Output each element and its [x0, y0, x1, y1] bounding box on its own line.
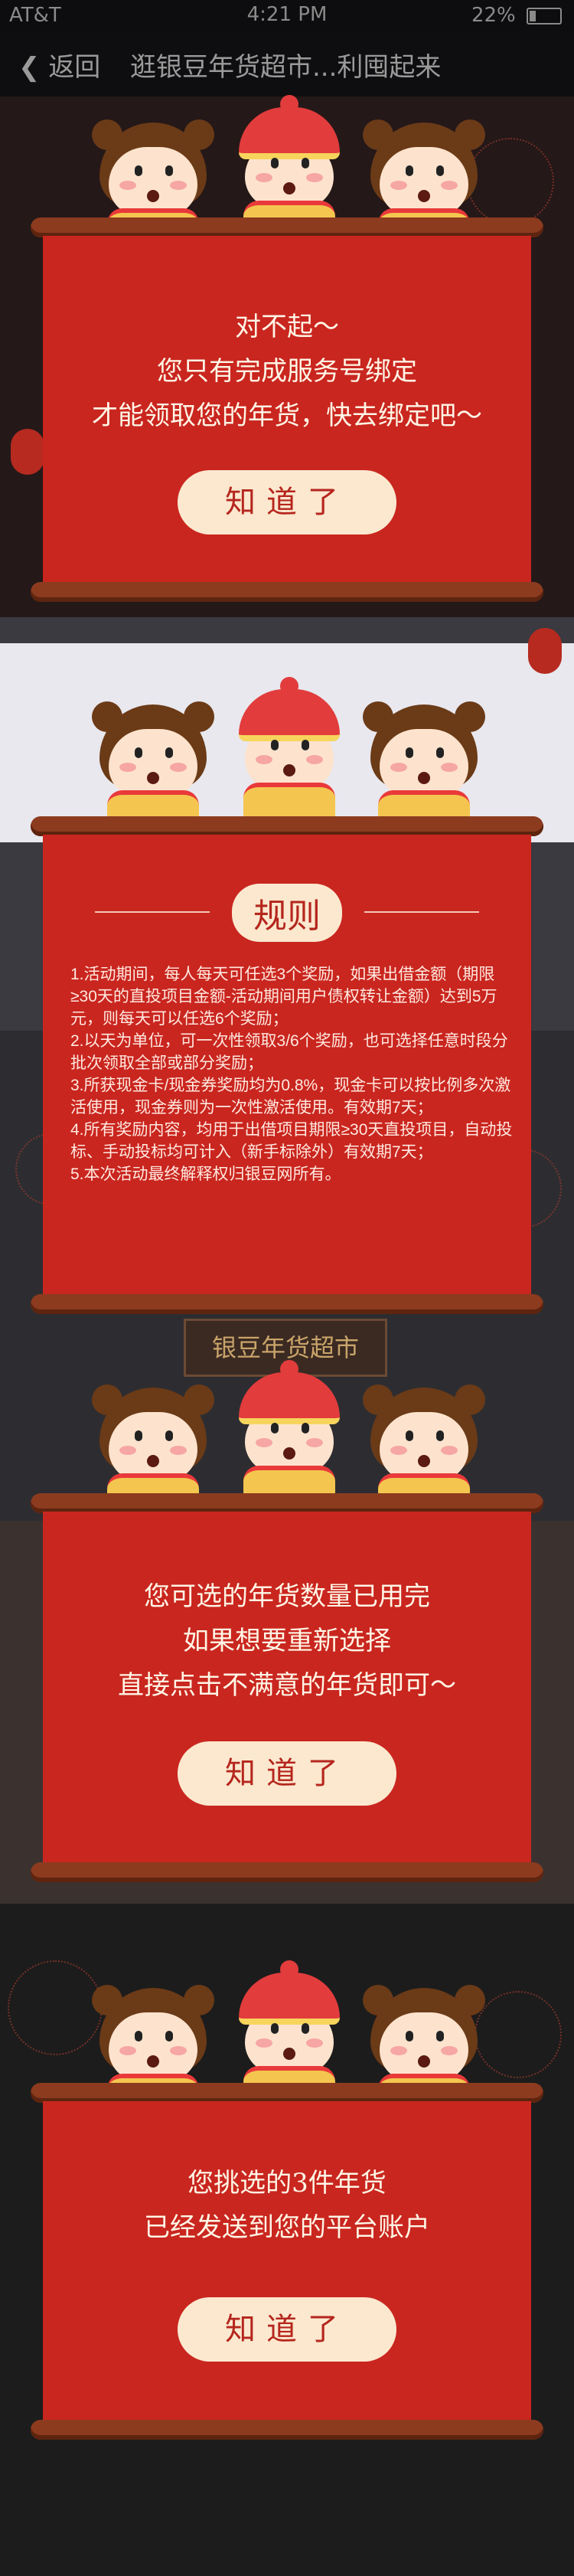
message-line: 对不起～: [235, 312, 339, 342]
got-it-button[interactable]: 知道了: [178, 1741, 396, 1806]
battery-percent: 22%: [471, 4, 516, 27]
scroll-top-rod: [31, 217, 543, 237]
rule-item: 2.以天为单位，可一次性领取3/6个奖励，也可选择任意时段分批次领取全部或部分奖…: [70, 1032, 508, 1072]
scroll-bottom-rod: [31, 582, 543, 602]
rules-title-text: 规则: [232, 884, 342, 942]
message-line: 您挑选的3件年货: [188, 2168, 386, 2198]
scroll-bottom-rod: [31, 1862, 543, 1882]
lantern-icon: [528, 628, 562, 674]
back-button[interactable]: ❮ 返回: [18, 46, 100, 83]
scroll-bottom-rod: [31, 2420, 543, 2440]
message-line: 直接点击不满意的年货即可～: [118, 1670, 456, 1701]
page-title: 逛银豆年货超市...利囤起来: [130, 52, 442, 83]
message-line: 已经发送到您的平台账户: [144, 2212, 430, 2243]
message-line: 您可选的年货数量已用完: [144, 1581, 430, 1612]
scroll-top-rod: [31, 1493, 543, 1513]
back-label: 返回: [48, 52, 101, 83]
boy-character-icon: [228, 95, 351, 240]
modal-panel: [43, 2101, 531, 2427]
rule-item: 1.活动期间，每人每天可任选3个奖励，如果出借金额（期限≥30天的直投项目金额-…: [70, 966, 497, 1028]
chevron-left-icon: ❮: [18, 52, 41, 83]
modal-message: 您可选的年货数量已用完 如果想要重新选择 直接点击不满意的年货即可～: [43, 1574, 531, 1708]
message-line: 您只有完成服务号绑定: [157, 356, 417, 387]
girl-character-icon: [363, 1384, 485, 1513]
rule-item: 3.所获现金卡/现金券奖励均为0.8%，现金卡可以按比例多次激活使用，现金券则为…: [70, 1077, 511, 1116]
message-line: 如果想要重新选择: [183, 1626, 391, 1656]
lantern-icon: [11, 429, 44, 475]
boy-character-icon: [228, 1360, 351, 1505]
scroll-bottom-rod: [31, 1294, 543, 1314]
firework-icon: [475, 1991, 562, 2078]
girl-character-icon: [363, 701, 485, 830]
firework-icon: [8, 1960, 103, 2055]
message-line: 才能领取您的年货，快去绑定吧～: [92, 400, 482, 431]
rule-item: 5.本次活动最终解释权归银豆网所有。: [70, 1165, 341, 1183]
got-it-button[interactable]: 知道了: [178, 470, 396, 534]
modal-message: 对不起～ 您只有完成服务号绑定 才能领取您的年货，快去绑定吧～: [43, 305, 531, 438]
rules-title: 规则: [43, 884, 531, 942]
rule-item: 4.所有奖励内容，均用于出借项目期限≥30天直投项目，自动投标、手动投标均可计入…: [70, 1121, 513, 1161]
modal-message: 您挑选的3件年货 已经发送到您的平台账户: [43, 2161, 531, 2250]
navigation-bar: ❮ 返回 逛银豆年货超市...利囤起来: [0, 31, 574, 96]
got-it-button[interactable]: 知道了: [178, 2297, 396, 2362]
status-bar: AT&T 4:21 PM 22%: [0, 0, 574, 31]
girl-character-icon: [92, 701, 214, 830]
girl-character-icon: [92, 1384, 214, 1513]
scroll-top-rod: [31, 816, 543, 836]
boy-character-icon: [228, 1960, 351, 2106]
battery-status: 22%: [471, 4, 562, 27]
scroll-top-rod: [31, 2083, 543, 2103]
battery-icon: [527, 7, 562, 25]
boy-character-icon: [228, 677, 351, 822]
rules-list: 1.活动期间，每人每天可任选3个奖励，如果出借金额（期限≥30天的直投项目金额-…: [70, 963, 514, 1185]
